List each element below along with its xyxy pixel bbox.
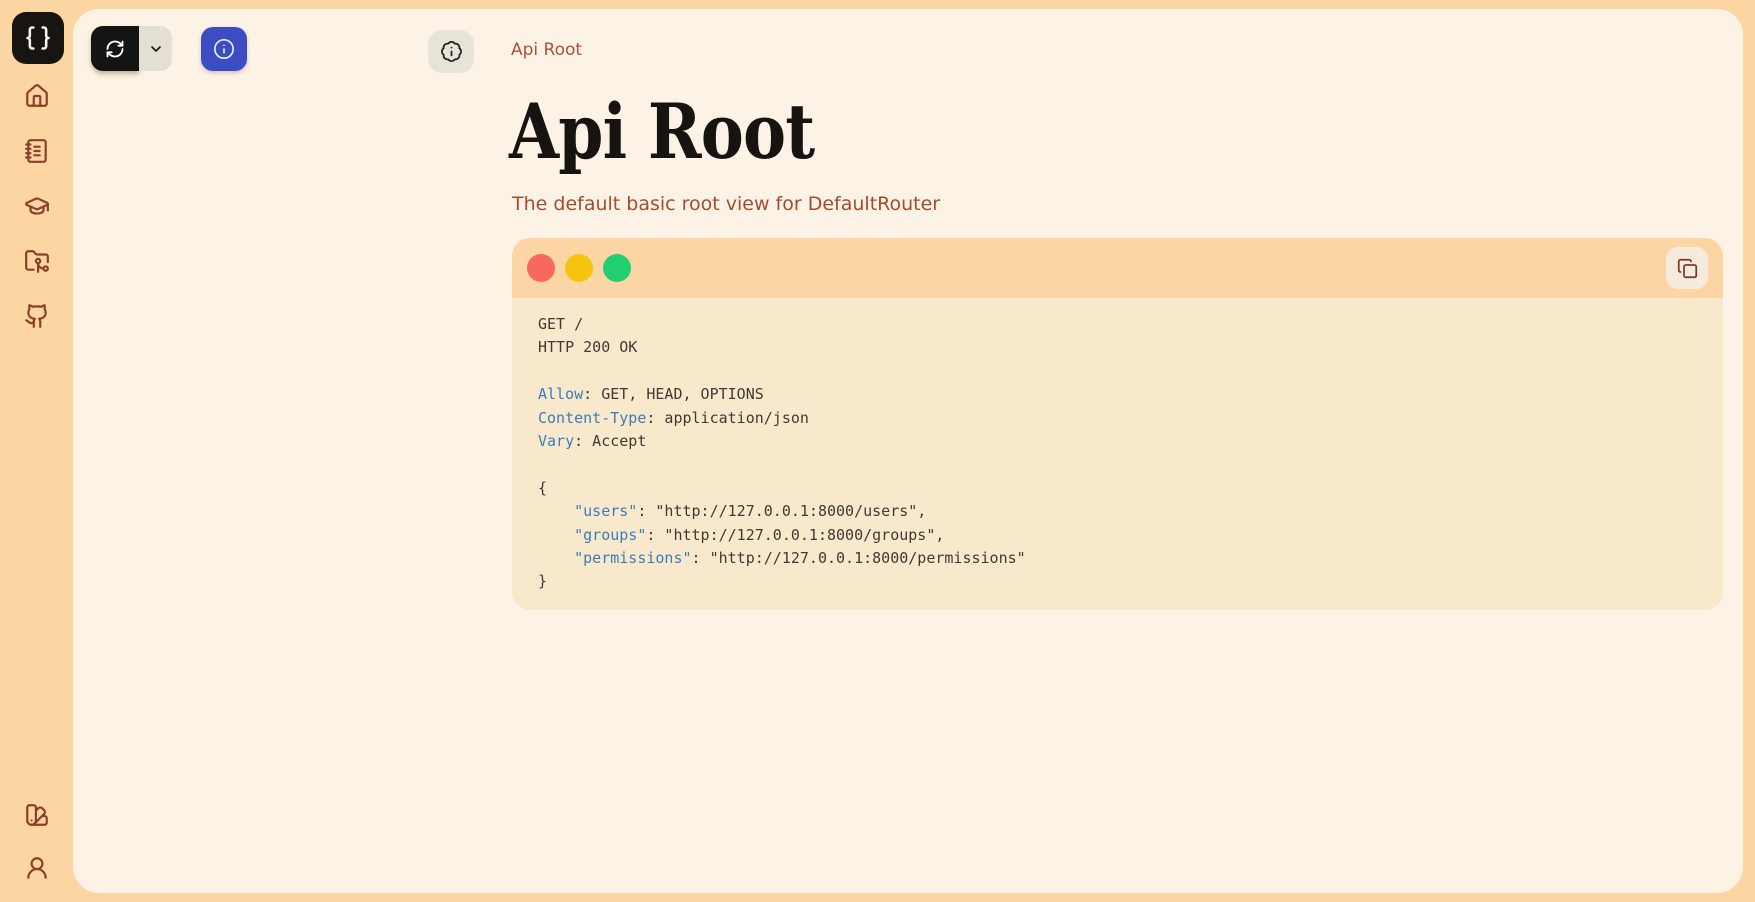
chevron-down-icon xyxy=(148,41,164,57)
window-control-minimize-icon xyxy=(565,254,593,282)
window-control-maximize-icon xyxy=(603,254,631,282)
terminal-header xyxy=(512,238,1723,298)
sidebar xyxy=(0,0,73,902)
sidebar-nav xyxy=(0,83,73,329)
window-control-close-icon xyxy=(527,254,555,282)
code-line: "permissions": "http://127.0.0.1:8000/pe… xyxy=(538,547,1697,570)
badge-info-icon xyxy=(440,40,463,63)
notebook-text-icon xyxy=(24,138,50,164)
code-line: Vary: Accept xyxy=(538,430,1697,453)
sidebar-item-repository[interactable] xyxy=(24,248,50,274)
refresh-options-dropdown[interactable] xyxy=(139,26,172,71)
breadcrumb[interactable]: Api Root xyxy=(511,40,582,60)
folder-git-icon xyxy=(24,248,50,274)
graduation-cap-icon xyxy=(24,193,50,219)
refresh-split-button xyxy=(91,26,172,71)
page-info-button[interactable] xyxy=(428,30,474,73)
sidebar-item-tutorial[interactable] xyxy=(24,193,50,219)
refresh-icon xyxy=(105,39,125,59)
sidebar-item-home[interactable] xyxy=(24,83,50,109)
refresh-button[interactable] xyxy=(91,26,139,71)
sidebar-item-theme[interactable] xyxy=(24,802,50,828)
code-line xyxy=(538,453,1697,476)
sidebar-item-account[interactable] xyxy=(24,855,50,881)
code-line: { xyxy=(538,477,1697,500)
github-icon xyxy=(24,303,50,329)
app-logo[interactable] xyxy=(12,12,64,64)
code-line: "users": "http://127.0.0.1:8000/users", xyxy=(538,500,1697,523)
circle-info-icon xyxy=(213,38,235,60)
sidebar-bottom-nav xyxy=(0,802,73,881)
window-controls xyxy=(527,254,631,282)
main-panel: Api Root Api Root The default basic root… xyxy=(73,9,1743,893)
home-icon xyxy=(24,83,50,109)
user-icon xyxy=(24,855,50,881)
code-line: HTTP 200 OK xyxy=(538,336,1697,359)
code-line: } xyxy=(538,570,1697,593)
copy-icon xyxy=(1677,258,1698,279)
sidebar-item-github[interactable] xyxy=(24,303,50,329)
code-line: GET / xyxy=(538,313,1697,336)
swatch-book-icon xyxy=(24,802,50,828)
code-line: Content-Type: application/json xyxy=(538,407,1697,430)
page-title: Api Root xyxy=(509,93,814,171)
http-response: GET /HTTP 200 OK Allow: GET, HEAD, OPTIO… xyxy=(512,298,1723,610)
braces-icon xyxy=(24,24,52,52)
response-terminal: GET /HTTP 200 OK Allow: GET, HEAD, OPTIO… xyxy=(512,238,1723,610)
code-line: "groups": "http://127.0.0.1:8000/groups"… xyxy=(538,524,1697,547)
page-subtitle: The default basic root view for DefaultR… xyxy=(512,193,940,215)
code-line xyxy=(538,360,1697,383)
sidebar-item-docs[interactable] xyxy=(24,138,50,164)
copy-button[interactable] xyxy=(1666,247,1708,289)
code-line: Allow: GET, HEAD, OPTIONS xyxy=(538,383,1697,406)
info-button[interactable] xyxy=(201,27,247,71)
